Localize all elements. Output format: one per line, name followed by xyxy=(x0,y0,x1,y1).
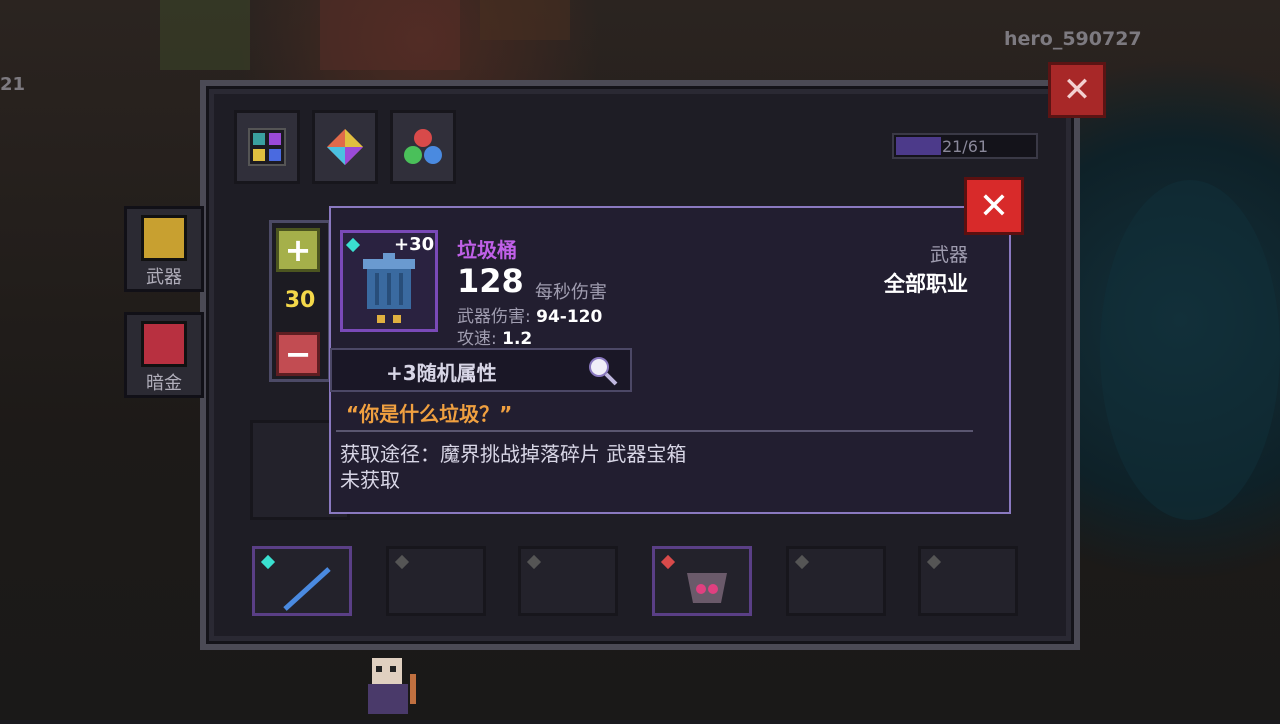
item-slot[interactable] xyxy=(518,546,618,616)
divider xyxy=(336,430,973,432)
crystal-icon xyxy=(327,129,363,165)
item-slot[interactable] xyxy=(786,546,886,616)
item-category: 武器 xyxy=(929,244,968,266)
dps-value: 128 xyxy=(457,262,524,300)
speed-value: 1.2 xyxy=(502,329,533,349)
sidebar-item-weapons[interactable]: 武器 xyxy=(124,206,204,292)
speed-stat: 攻速: 1.2 xyxy=(457,324,532,349)
increase-button[interactable]: + xyxy=(276,228,320,272)
item-slot[interactable] xyxy=(918,546,1018,616)
close-window-button[interactable]: ✕ xyxy=(1048,62,1106,118)
sidebar-item-label: 武器 xyxy=(146,267,182,288)
random-attributes-label: +3随机属性 xyxy=(386,361,497,385)
close-icon: ✕ xyxy=(978,185,1010,227)
item-quote: “你是什么垃圾？” xyxy=(346,402,513,426)
tab-crystal[interactable] xyxy=(312,110,378,184)
magnifier-icon[interactable] xyxy=(586,354,620,388)
damage-value: 94-120 xyxy=(536,307,603,327)
tab-grid[interactable] xyxy=(234,110,300,184)
acquire-source: 获取途径：魔界挑战掉落碎片 武器宝箱 xyxy=(340,442,687,466)
left-counter: 21 xyxy=(0,74,26,95)
grid-icon xyxy=(248,128,286,166)
orbs-icon xyxy=(404,129,442,164)
capacity-text: 21/61 xyxy=(941,137,989,156)
sidebar-item-dark-gold[interactable]: 暗金 xyxy=(124,312,204,398)
item-level: +30 xyxy=(394,234,435,255)
quantity-value: 30 xyxy=(284,288,316,313)
tab-orbs[interactable] xyxy=(390,110,456,184)
weapon-icon xyxy=(141,215,187,261)
decrease-button[interactable]: − xyxy=(276,332,320,376)
item-class: 全部职业 xyxy=(884,272,968,296)
capacity-bar: 21/61 xyxy=(892,133,1038,159)
item-name: 垃圾桶 xyxy=(457,238,517,262)
chest-icon xyxy=(141,321,187,367)
player-username: hero_590727 xyxy=(1004,28,1142,50)
item-slot[interactable] xyxy=(652,546,752,616)
player-character xyxy=(350,654,430,720)
plus-icon: + xyxy=(284,231,312,269)
item-slot[interactable] xyxy=(252,546,352,616)
minus-icon: − xyxy=(284,335,312,373)
dps-label: 每秒伤害 xyxy=(535,282,607,303)
close-icon: ✕ xyxy=(1062,70,1092,110)
item-slot[interactable] xyxy=(386,546,486,616)
close-popup-button[interactable]: ✕ xyxy=(964,177,1024,235)
speed-label: 攻速: xyxy=(457,329,497,349)
acquire-status: 未获取 xyxy=(340,468,400,492)
sidebar-item-label: 暗金 xyxy=(146,373,182,394)
